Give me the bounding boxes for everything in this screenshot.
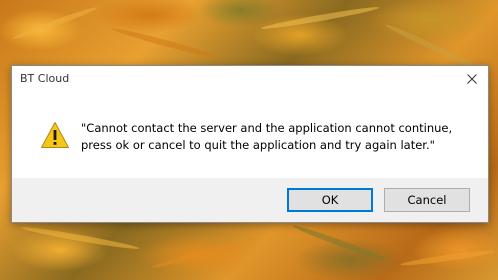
- close-icon: [467, 74, 477, 84]
- dialog-titlebar[interactable]: BT Cloud: [12, 66, 488, 92]
- dialog-footer: OK Cancel: [12, 178, 488, 222]
- warning-icon: [41, 122, 69, 148]
- dialog-title: BT Cloud: [20, 72, 70, 85]
- dialog-message: "Cannot contact the server and the appli…: [81, 121, 453, 152]
- message-dialog: BT Cloud "Cannot contact the server and …: [11, 65, 489, 223]
- close-button[interactable]: [462, 70, 482, 88]
- ok-button[interactable]: OK: [287, 188, 373, 212]
- dialog-body: "Cannot contact the server and the appli…: [12, 92, 488, 178]
- cancel-button[interactable]: Cancel: [384, 188, 470, 212]
